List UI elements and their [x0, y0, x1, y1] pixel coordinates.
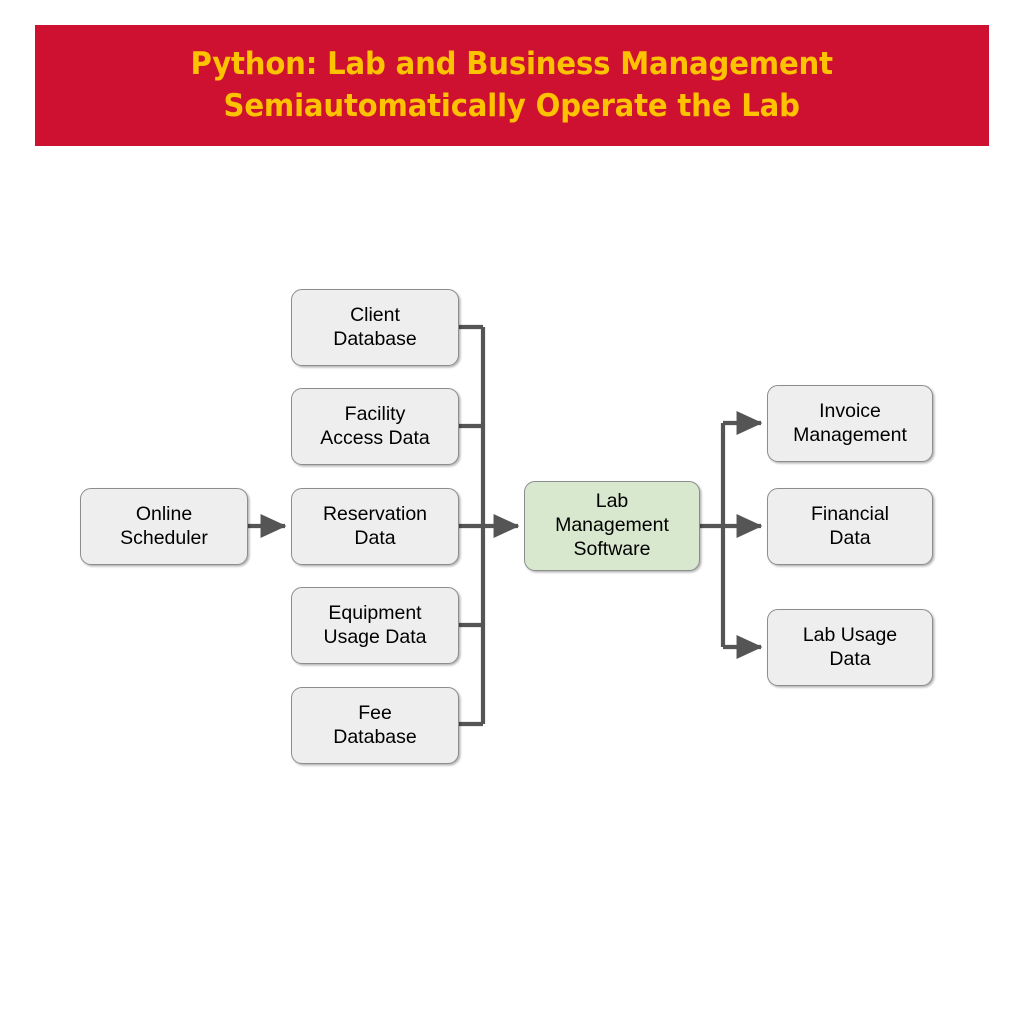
node-label: Lab Usage Data [802, 623, 898, 670]
page-title: Python: Lab and Business Management Semi… [190, 46, 834, 124]
node-label: Online Scheduler [120, 502, 208, 549]
node-client-database[interactable]: Client Database [291, 289, 459, 366]
node-label: Equipment Usage Data [323, 601, 427, 648]
node-label: Client Database [333, 303, 417, 350]
node-label: Fee Database [333, 701, 417, 748]
node-financial-data[interactable]: Financial Data [767, 488, 933, 565]
node-online-scheduler[interactable]: Online Scheduler [80, 488, 248, 565]
node-equipment-usage-data[interactable]: Equipment Usage Data [291, 587, 459, 664]
node-fee-database[interactable]: Fee Database [291, 687, 459, 764]
node-label: Facility Access Data [320, 402, 430, 449]
slide-canvas: Python: Lab and Business Management Semi… [0, 0, 1024, 1024]
node-label: Financial Data [810, 502, 890, 549]
node-lab-management-software[interactable]: Lab Management Software [524, 481, 700, 571]
node-label: Invoice Management [793, 399, 907, 446]
node-facility-access-data[interactable]: Facility Access Data [291, 388, 459, 465]
node-label: Reservation Data [322, 502, 428, 549]
node-label: Lab Management Software [555, 490, 669, 560]
title-banner: Python: Lab and Business Management Semi… [35, 25, 989, 146]
node-reservation-data[interactable]: Reservation Data [291, 488, 459, 565]
node-invoice-management[interactable]: Invoice Management [767, 385, 933, 462]
node-lab-usage-data[interactable]: Lab Usage Data [767, 609, 933, 686]
